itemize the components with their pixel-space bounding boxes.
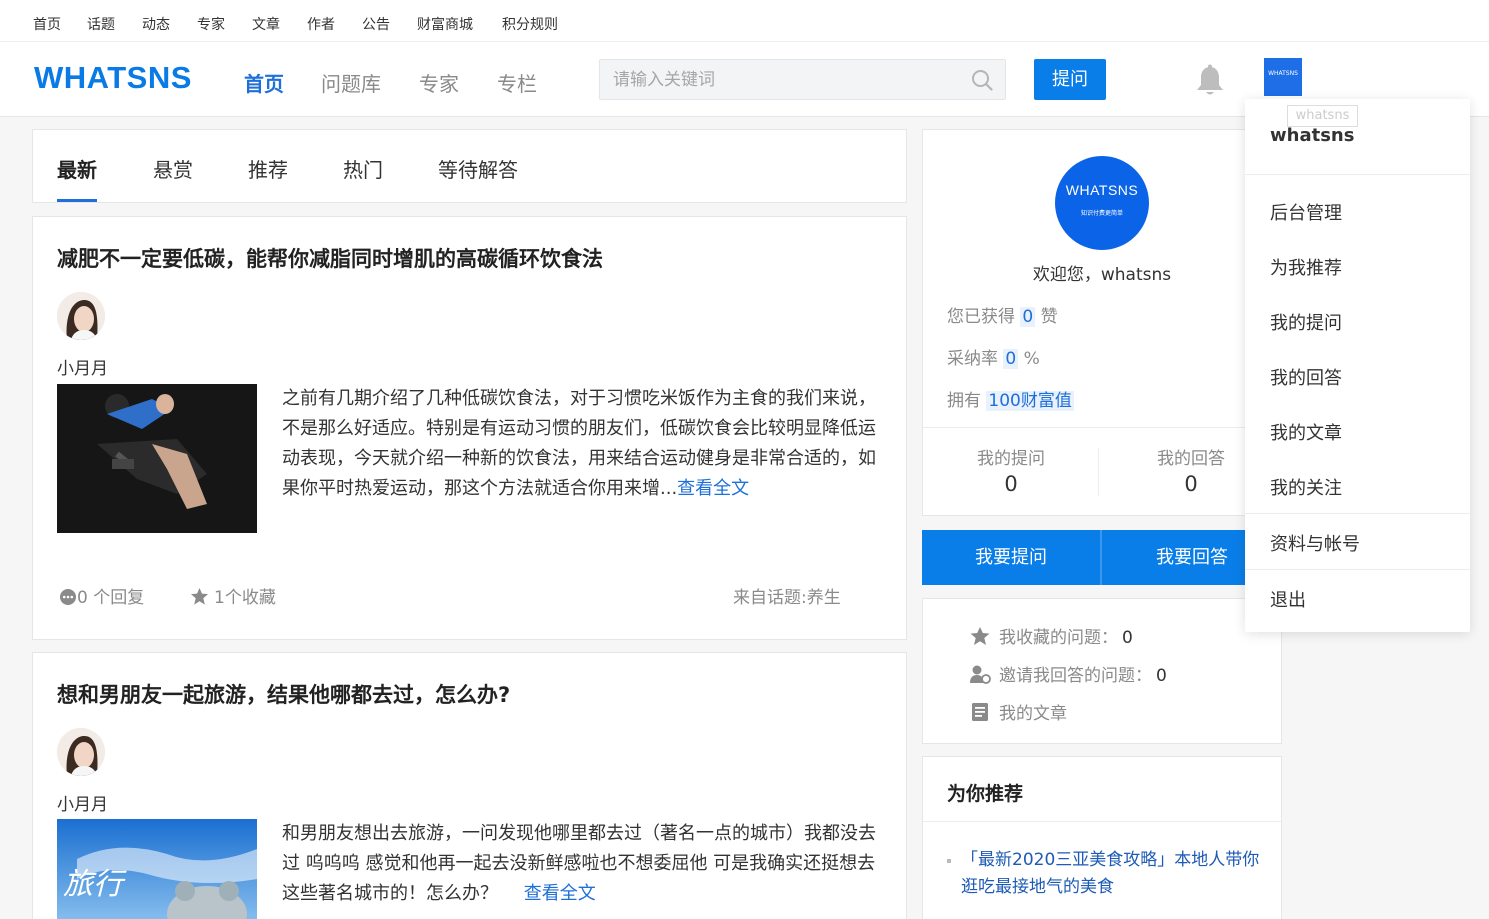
top-bar: 首页 话题 动态 专家 文章 作者 公告 财富商城 积分规则: [0, 0, 1489, 42]
menu-item-recommend-for-me[interactable]: 为我推荐: [1270, 254, 1342, 280]
user-avatar[interactable]: WHATSNS: [1264, 58, 1302, 96]
author-name[interactable]: 小月月: [57, 790, 108, 815]
menu-item-my-follows[interactable]: 我的关注: [1270, 474, 1342, 500]
menu-item-admin[interactable]: 后台管理: [1270, 199, 1342, 225]
author-avatar[interactable]: [57, 728, 105, 776]
divider: [923, 427, 1281, 428]
search-box: [599, 59, 1006, 100]
adoption-rate-stat: 采纳率 0 %: [947, 349, 1040, 369]
nav-question-bank[interactable]: 问题库: [321, 68, 381, 97]
top-link-mall[interactable]: 财富商城: [417, 14, 473, 34]
likes-stat: 您已获得 0 赞: [947, 307, 1058, 327]
bullet: [947, 859, 951, 863]
top-link-points-rules[interactable]: 积分规则: [502, 14, 558, 34]
feed-item: 想和男朋友一起旅游，结果他哪都去过，怎么办? 小月月 旅行 和男朋友想出去旅游，…: [32, 652, 907, 919]
feed-item: 减肥不一定要低碳，能帮你减脂同时增肌的高碳循环饮食法 小月月 之前有几期介绍了几…: [32, 216, 907, 640]
feed-tabs: 最新 悬赏 推荐 热门 等待解答: [32, 129, 907, 203]
wealth-value[interactable]: 100财富值: [986, 391, 1074, 411]
nav-experts[interactable]: 专家: [419, 68, 459, 97]
dropdown-username[interactable]: whatsns: [1270, 125, 1354, 146]
wealth-stat: 拥有 100财富值: [947, 391, 1074, 411]
feed-item-thumbnail[interactable]: [57, 384, 257, 533]
tab-awaiting-answer[interactable]: 等待解答: [438, 154, 518, 183]
my-questions-label[interactable]: 我的提问: [931, 444, 1091, 469]
top-link-authors[interactable]: 作者: [307, 14, 335, 34]
my-questions-count[interactable]: 0: [931, 472, 1091, 496]
replies-count[interactable]: 0 个回复: [59, 583, 144, 608]
tab-bounty[interactable]: 悬赏: [153, 154, 193, 183]
profile-avatar[interactable]: WHATSNS 知识付费更简单: [1055, 156, 1149, 250]
tab-latest[interactable]: 最新: [57, 154, 97, 183]
my-favorite-questions-link[interactable]: 我收藏的问题： 0: [969, 623, 1133, 648]
menu-item-my-answers[interactable]: 我的回答: [1270, 364, 1342, 390]
search-input[interactable]: [600, 60, 960, 99]
star-icon: [190, 587, 209, 605]
divider: [1245, 174, 1470, 175]
read-more-link[interactable]: 查看全文: [677, 478, 749, 499]
recommend-card: 为你推荐 「最新2020三亚美食攻略」本地人带你逛吃最接地气的美食: [922, 756, 1282, 919]
read-more-link[interactable]: 查看全文: [524, 883, 596, 904]
active-tab-indicator: [57, 199, 97, 202]
site-logo[interactable]: WHATSNS: [34, 60, 192, 96]
menu-item-my-questions[interactable]: 我的提问: [1270, 309, 1342, 335]
tab-hot[interactable]: 热门: [343, 154, 383, 183]
avatar-tooltip: whatsns: [1287, 105, 1358, 127]
source-topic[interactable]: 来自话题:养生: [733, 583, 841, 608]
author-name[interactable]: 小月月: [57, 354, 108, 379]
feed-item-thumbnail[interactable]: 旅行: [57, 819, 257, 919]
profile-card: WHATSNS 知识付费更简单 欢迎您，whatsns 您已获得 0 赞 采纳率…: [922, 129, 1282, 516]
welcome-text: 欢迎您，whatsns: [1032, 265, 1172, 285]
user-dropdown-menu: whatsns whatsns 后台管理 为我推荐 我的提问 我的回答 我的文章…: [1245, 99, 1470, 632]
article-icon: [972, 703, 988, 721]
star-icon: [970, 627, 990, 645]
divider: [1098, 448, 1099, 496]
feed-item-excerpt: 和男朋友想出去旅游，一问发现他哪里都去过（著名一点的城市）我都没去过 呜呜呜 感…: [282, 823, 876, 904]
invited-questions-link[interactable]: 邀请我回答的问题： 0: [969, 661, 1167, 686]
top-link-notices[interactable]: 公告: [362, 14, 390, 34]
top-link-home[interactable]: 首页: [33, 14, 61, 34]
top-link-topics[interactable]: 话题: [87, 14, 115, 34]
menu-item-my-articles[interactable]: 我的文章: [1270, 419, 1342, 445]
nav-home[interactable]: 首页: [244, 68, 284, 97]
recommend-item-link[interactable]: 「最新2020三亚美食攻略」本地人带你逛吃最接地气的美食: [961, 847, 1261, 901]
feed-item-excerpt: 之前有几期介绍了几种低碳饮食法，对于习惯吃米饭作为主食的我们来说，不是那么好适应…: [282, 388, 876, 499]
ask-question-button[interactable]: 提问: [1034, 59, 1106, 100]
divider: [1245, 569, 1470, 570]
bell-icon[interactable]: [1194, 64, 1226, 98]
comment-icon: [60, 589, 76, 605]
favorites-count[interactable]: 1个收藏: [190, 583, 276, 608]
menu-item-profile-account[interactable]: 资料与帐号: [1270, 530, 1360, 556]
feed-item-title[interactable]: 想和男朋友一起旅游，结果他哪都去过，怎么办?: [57, 679, 510, 709]
my-articles-link[interactable]: 我的文章: [969, 699, 1067, 724]
author-avatar[interactable]: [57, 292, 105, 340]
search-icon[interactable]: [971, 69, 993, 91]
nav-columns[interactable]: 专栏: [497, 68, 537, 97]
svg-text:旅行: 旅行: [63, 867, 127, 902]
recommend-title: 为你推荐: [947, 783, 1024, 805]
quick-links-card: 我收藏的问题： 0 邀请我回答的问题： 0 我的文章: [922, 598, 1282, 744]
user-invite-icon: [970, 665, 991, 684]
top-link-feed[interactable]: 动态: [142, 14, 170, 34]
menu-item-logout[interactable]: 退出: [1270, 586, 1306, 612]
top-link-experts[interactable]: 专家: [197, 14, 225, 34]
i-want-to-ask-button[interactable]: 我要提问: [922, 530, 1100, 585]
feed-item-title[interactable]: 减肥不一定要低碳，能帮你减脂同时增肌的高碳循环饮食法: [57, 243, 603, 273]
divider: [1245, 513, 1470, 514]
divider: [923, 821, 1281, 822]
top-link-articles[interactable]: 文章: [252, 14, 280, 34]
tab-recommended[interactable]: 推荐: [248, 154, 288, 183]
